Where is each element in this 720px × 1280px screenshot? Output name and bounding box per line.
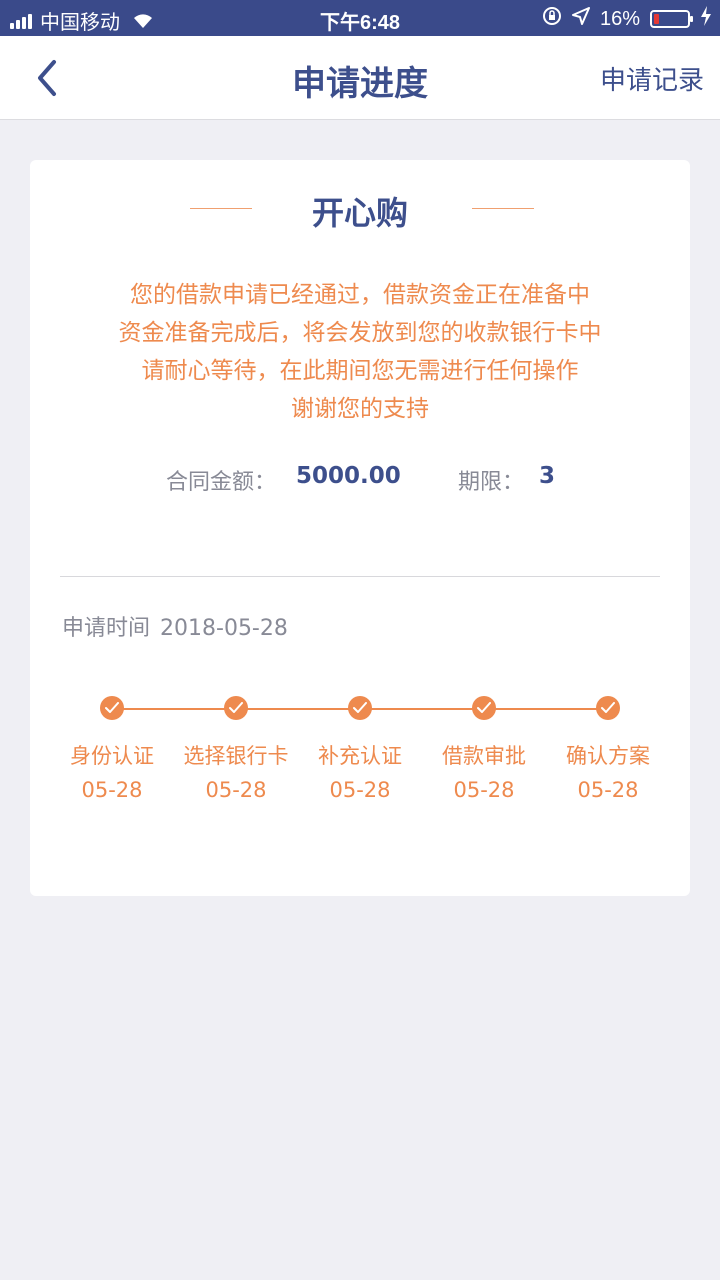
step-label: 确认方案 <box>566 744 650 768</box>
contract-info: 合同金额： 5000.00 期限： 3 <box>30 460 690 496</box>
message-line: 资金准备完成后，将会发放到您的收款银行卡中 <box>118 320 602 346</box>
divider <box>60 576 660 577</box>
title-divider-right <box>472 208 534 209</box>
location-icon <box>571 7 590 31</box>
step-date: 05-28 <box>81 778 143 802</box>
status-message: 您的借款申请已经通过，借款资金正在准备中 资金准备完成后，将会发放到您的收款银行… <box>30 276 690 428</box>
step-label: 选择银行卡 <box>183 744 289 768</box>
product-title: 开心购 <box>311 194 408 232</box>
step-bank-card: 选择银行卡 05-28 <box>166 696 306 802</box>
status-right: 16% <box>542 6 712 32</box>
step-date: 05-28 <box>205 778 267 802</box>
apply-time: 申请时间 2018-05-28 <box>62 610 288 642</box>
status-bar: 中国移动 下午6:48 16% <box>0 0 720 36</box>
nav-bar: 申请进度 申请记录 <box>0 36 720 120</box>
step-check-icon <box>596 696 620 720</box>
progress-steps: 身份认证 05-28 选择银行卡 05-28 补充认证 05-28 借款审批 0… <box>30 696 690 816</box>
step-check-icon <box>100 696 124 720</box>
application-records-link[interactable]: 申请记录 <box>600 60 704 97</box>
step-check-icon <box>472 696 496 720</box>
charging-icon <box>700 6 712 32</box>
contract-amount-value: 5000.00 <box>296 463 401 489</box>
orientation-lock-icon <box>542 6 562 32</box>
step-date: 05-28 <box>577 778 639 802</box>
battery-percent: 16% <box>599 7 640 30</box>
apply-time-value: 2018-05-28 <box>160 616 288 641</box>
message-line: 您的借款申请已经通过，借款资金正在准备中 <box>130 282 590 308</box>
battery-level <box>654 14 659 24</box>
step-date: 05-28 <box>329 778 391 802</box>
message-line: 请耐心等待，在此期间您无需进行任何操作 <box>141 358 579 384</box>
card-header: 开心购 <box>30 188 690 232</box>
step-label: 身份认证 <box>70 744 154 768</box>
contract-amount-label: 合同金额： <box>166 470 277 495</box>
step-check-icon <box>348 696 372 720</box>
term-label: 期限： <box>458 470 525 495</box>
progress-card: 开心购 您的借款申请已经通过，借款资金正在准备中 资金准备完成后，将会发放到您的… <box>30 160 690 896</box>
apply-time-label: 申请时间 <box>62 616 151 641</box>
step-date: 05-28 <box>453 778 515 802</box>
step-loan-approval: 借款审批 05-28 <box>414 696 554 802</box>
step-supplementary: 补充认证 05-28 <box>290 696 430 802</box>
step-label: 补充认证 <box>318 744 402 768</box>
step-label: 借款审批 <box>442 744 526 768</box>
step-confirm-plan: 确认方案 05-28 <box>538 696 678 802</box>
battery-icon <box>650 10 693 28</box>
step-check-icon <box>224 696 248 720</box>
step-identity: 身份认证 05-28 <box>42 696 182 802</box>
message-line: 谢谢您的支持 <box>291 396 429 422</box>
term-value: 3 <box>539 463 556 489</box>
